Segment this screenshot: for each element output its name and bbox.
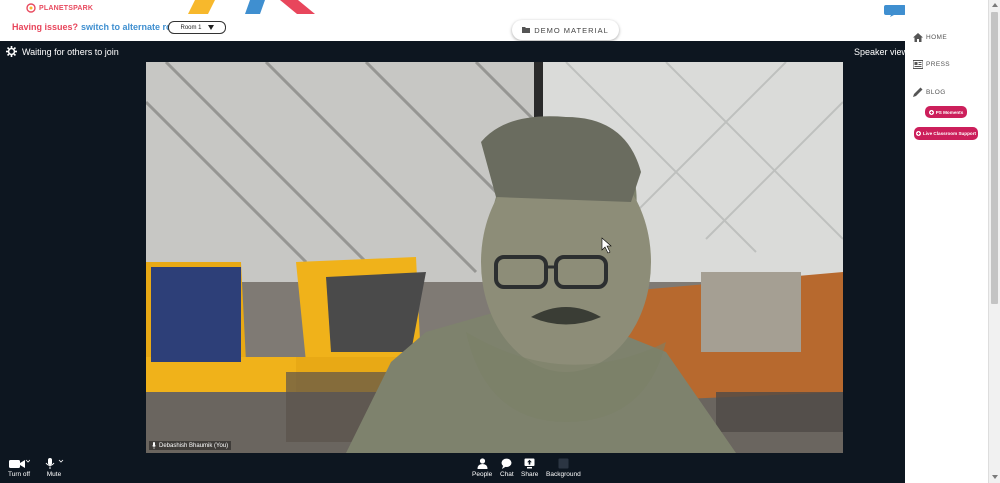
live-classroom-support-button[interactable]: Live Classroom Support [914, 127, 978, 140]
speaker-view-toggle[interactable]: Speaker view [854, 47, 908, 57]
participant-name-tag: Debashish Bhaumik (You) [149, 441, 232, 450]
nav-label-blog: BLOG [926, 88, 946, 96]
gear-icon[interactable] [6, 46, 17, 57]
ps-moments-button[interactable]: PS Moments [925, 106, 967, 118]
nav-item-blog[interactable]: BLOG [913, 87, 946, 97]
planetspark-logo-icon [26, 3, 36, 13]
issues-text: Having issues? [12, 22, 79, 32]
chat-label: Chat [500, 471, 514, 478]
top-bar: PLANETSPARK Having issues? switch to alt… [0, 0, 906, 41]
page-scrollbar[interactable] [988, 0, 1000, 483]
scrollbar-thumb[interactable] [991, 12, 998, 304]
chat-support-bubble-icon[interactable] [884, 5, 906, 17]
meeting-status: Waiting for others to join [6, 46, 119, 57]
mute-label: Mute [46, 471, 62, 478]
room-select-value: Room 1 [180, 24, 202, 31]
meeting-toolbar: Turn off Mute People Chat Share Backgrou… [0, 453, 905, 483]
press-icon [913, 60, 923, 69]
video-camera-icon [9, 459, 31, 468]
live-classroom-support-label: Live Classroom Support [922, 131, 977, 136]
microphone-icon [152, 442, 156, 449]
logo-text: PLANETSPARK [39, 4, 94, 12]
background-icon [558, 458, 569, 469]
alternate-room-prompt: Having issues? switch to alternate room [12, 22, 185, 32]
mute-button[interactable]: Mute [43, 458, 65, 478]
nav-item-press[interactable]: PRESS [913, 60, 950, 69]
nav-label-press: PRESS [926, 61, 951, 68]
demo-material-label: DEMO MATERIAL [534, 25, 609, 35]
planetspark-logo[interactable]: PLANETSPARK [26, 3, 93, 13]
microphone-icon [45, 458, 64, 469]
ps-moments-label: PS Moments [935, 109, 964, 115]
plus-circle-icon [915, 131, 921, 136]
nav-label-home: HOME [926, 34, 948, 41]
people-button[interactable]: People [472, 458, 492, 478]
room-select[interactable]: Room 1 [168, 21, 226, 34]
nav-item-home[interactable]: HOME [913, 33, 947, 42]
background-label: Background [546, 471, 581, 478]
share-screen-icon [524, 458, 535, 469]
people-label: People [472, 471, 493, 478]
participant-name: Debashish Bhaumik (You) [159, 442, 229, 449]
people-icon [477, 458, 488, 469]
waiting-text: Waiting for others to join [22, 46, 119, 57]
chat-button[interactable]: Chat [500, 458, 514, 478]
chat-icon [501, 458, 512, 469]
camera-scene [146, 62, 843, 453]
dropdown-arrow-icon [207, 25, 214, 30]
home-icon [913, 33, 923, 42]
video-toggle-button[interactable]: Turn off [8, 458, 30, 478]
demo-material-button[interactable]: DEMO MATERIAL [512, 20, 619, 40]
share-label: Share [521, 471, 539, 478]
meeting-stage: Waiting for others to join Speaker view [0, 41, 908, 483]
plus-circle-icon [928, 109, 934, 115]
background-button[interactable]: Background [546, 458, 581, 478]
decorative-swoosh-shapes [188, 0, 315, 14]
pencil-icon [913, 87, 923, 97]
share-button[interactable]: Share [521, 458, 538, 478]
folder-icon [522, 27, 531, 33]
side-menu: HOME PRESS BLOG PS Moments Live Classroo… [905, 0, 988, 483]
scroll-up-arrow-icon[interactable] [992, 3, 998, 7]
scroll-down-arrow-icon[interactable] [992, 475, 998, 479]
self-video-feed: Debashish Bhaumik (You) [146, 62, 843, 453]
video-toggle-label: Turn off [8, 471, 31, 478]
